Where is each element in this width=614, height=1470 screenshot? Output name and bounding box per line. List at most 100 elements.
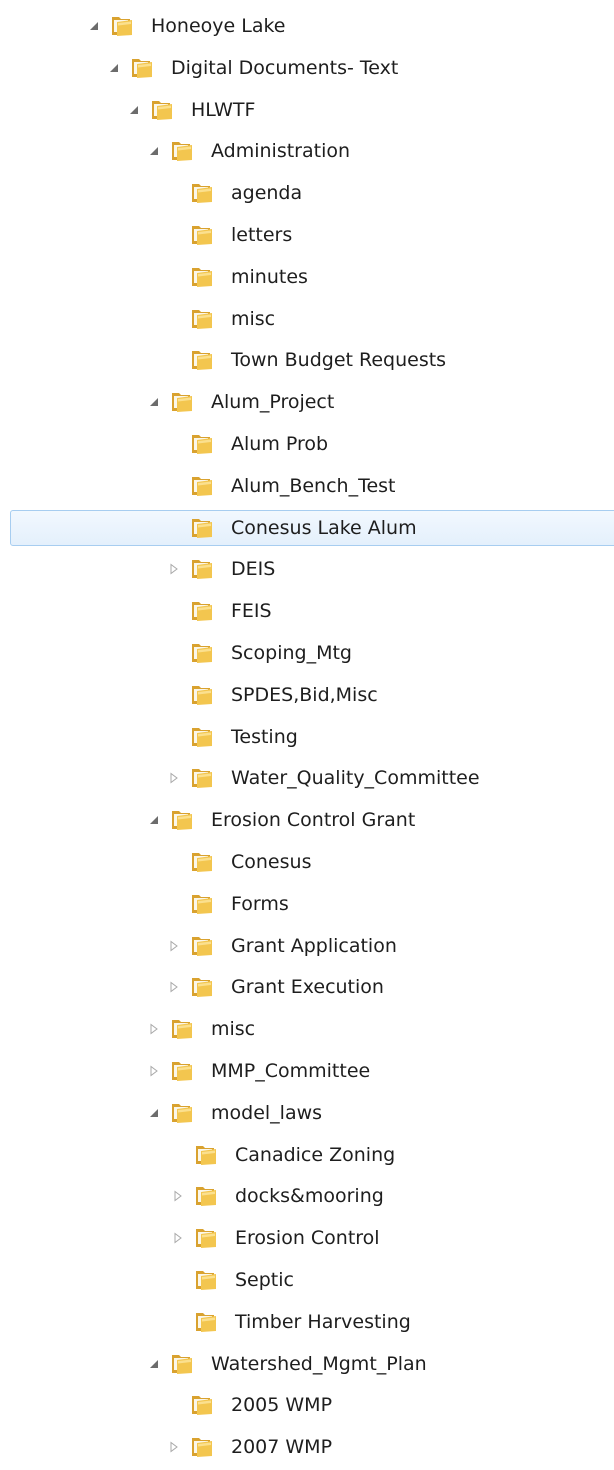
folder-icon [110, 14, 134, 38]
tree-item[interactable]: Canadice Zoning [0, 1136, 614, 1174]
tree-item[interactable]: model_laws [0, 1094, 614, 1132]
expanded-arrow-icon[interactable] [86, 16, 102, 36]
tree-item[interactable]: 2007 WMP [0, 1428, 614, 1466]
tree-item[interactable]: Forms [0, 885, 614, 923]
expanded-arrow-icon[interactable] [146, 810, 162, 830]
tree-item-label: Timber Harvesting [235, 1310, 411, 1333]
collapsed-arrow-icon[interactable] [170, 1228, 186, 1248]
tree-item-label: misc [211, 1018, 256, 1041]
tree-item[interactable]: misc [0, 1010, 614, 1048]
folder-icon [170, 1059, 194, 1083]
folder-icon [190, 934, 214, 958]
collapsed-arrow-icon[interactable] [166, 559, 182, 579]
folder-icon [170, 1101, 194, 1125]
tree-item[interactable]: letters [0, 216, 614, 254]
tree-item[interactable]: Alum Prob [0, 425, 614, 463]
collapsed-arrow-icon[interactable] [166, 936, 182, 956]
folder-icon [190, 892, 214, 916]
tree-item[interactable]: Water_Quality_Committee [0, 759, 614, 797]
tree-item-label: Septic [235, 1269, 294, 1291]
tree-item[interactable]: Grant Application [0, 927, 614, 965]
tree-item[interactable]: Honeoye Lake [0, 7, 614, 45]
expanded-arrow-icon[interactable] [146, 141, 162, 161]
tree-item[interactable]: docks&mooring [0, 1177, 614, 1215]
tree-item[interactable]: Erosion Control [0, 1219, 614, 1257]
tree-item[interactable]: Testing [0, 718, 614, 756]
tree-item-label: Erosion Control Grant [211, 809, 416, 832]
folder-icon [190, 265, 214, 289]
tree-item[interactable]: Town Budget Requests [0, 341, 614, 379]
tree-item[interactable]: Watershed_Mgmt_Plan [0, 1345, 614, 1383]
tree-item-label: Alum Prob [231, 433, 329, 455]
expanded-arrow-icon[interactable] [146, 392, 162, 412]
tree-item-label: Grant Application [231, 934, 397, 957]
tree-item[interactable]: agenda [0, 174, 614, 212]
tree-item[interactable]: Grant Execution [0, 968, 614, 1006]
tree-item[interactable]: Alum_Bench_Test [0, 467, 614, 505]
folder-icon [170, 1017, 194, 1041]
expanded-arrow-icon[interactable] [126, 100, 142, 120]
tree-item[interactable]: Scoping_Mtg [0, 634, 614, 672]
tree-item-label: Forms [231, 892, 289, 915]
folder-icon [194, 1310, 218, 1334]
collapsed-arrow-icon[interactable] [170, 1186, 186, 1206]
tree-item-label: Erosion Control [235, 1227, 380, 1250]
tree-item[interactable]: Digital Documents- Text [0, 49, 614, 87]
tree-item[interactable]: Septic [0, 1261, 614, 1299]
tree-item[interactable]: SPDES,Bid,Misc [0, 676, 614, 714]
tree-item[interactable]: Erosion Control Grant [0, 801, 614, 839]
tree-item-label: Conesus Lake Alum [231, 516, 417, 539]
collapsed-arrow-icon[interactable] [166, 768, 182, 788]
tree-item-label: Testing [231, 725, 298, 748]
tree-item[interactable]: Administration [0, 132, 614, 170]
collapsed-arrow-icon[interactable] [166, 977, 182, 997]
collapsed-arrow-icon[interactable] [146, 1019, 162, 1039]
tree-item[interactable]: Conesus Lake Alum [0, 509, 614, 547]
folder-icon [190, 516, 214, 540]
tree-item-label: minutes [231, 265, 308, 288]
folder-icon [130, 56, 154, 80]
folder-icon [170, 808, 194, 832]
expanded-arrow-icon[interactable] [146, 1103, 162, 1123]
tree-item[interactable]: Conesus [0, 843, 614, 881]
tree-item[interactable]: Alum_Project [0, 383, 614, 421]
tree-item[interactable]: misc [0, 300, 614, 338]
folder-icon [194, 1143, 218, 1167]
folder-icon [190, 599, 214, 623]
tree-item[interactable]: HLWTF [0, 91, 614, 129]
folder-icon [194, 1226, 218, 1250]
tree-item-label: model_laws [211, 1101, 323, 1124]
tree-item[interactable]: DEIS [0, 550, 614, 588]
folder-icon [170, 1352, 194, 1376]
folder-icon [190, 432, 214, 456]
tree-item-label: 2007 WMP [231, 1436, 333, 1459]
tree-item[interactable]: FEIS [0, 592, 614, 630]
folder-icon [190, 766, 214, 790]
folder-icon [190, 1435, 214, 1459]
folder-icon [190, 348, 214, 372]
collapsed-arrow-icon[interactable] [146, 1061, 162, 1081]
tree-item-label: Alum_Project [211, 391, 335, 414]
tree-item-label: Watershed_Mgmt_Plan [211, 1352, 427, 1375]
tree-item-label: docks&mooring [235, 1185, 384, 1208]
tree-item-label: HLWTF [191, 98, 256, 121]
expanded-arrow-icon[interactable] [106, 58, 122, 78]
tree-item-label: DEIS [231, 558, 276, 581]
folder-icon [190, 975, 214, 999]
folder-icon [190, 557, 214, 581]
collapsed-arrow-icon[interactable] [166, 1437, 182, 1457]
tree-item-label: 2005 WMP [231, 1394, 333, 1417]
folder-icon [190, 474, 214, 498]
tree-item-label: Canadice Zoning [235, 1143, 396, 1166]
folder-icon [170, 390, 194, 414]
folder-icon [190, 850, 214, 874]
tree-item[interactable]: MMP_Committee [0, 1052, 614, 1090]
tree-item[interactable]: Timber Harvesting [0, 1303, 614, 1341]
tree-item-label: Grant Execution [231, 976, 384, 999]
expanded-arrow-icon[interactable] [146, 1354, 162, 1374]
tree-item-label: Conesus [231, 851, 312, 873]
tree-item-label: Town Budget Requests [231, 349, 447, 372]
tree-item[interactable]: 2005 WMP [0, 1386, 614, 1424]
tree-item[interactable]: minutes [0, 258, 614, 296]
folder-icon [190, 1393, 214, 1417]
